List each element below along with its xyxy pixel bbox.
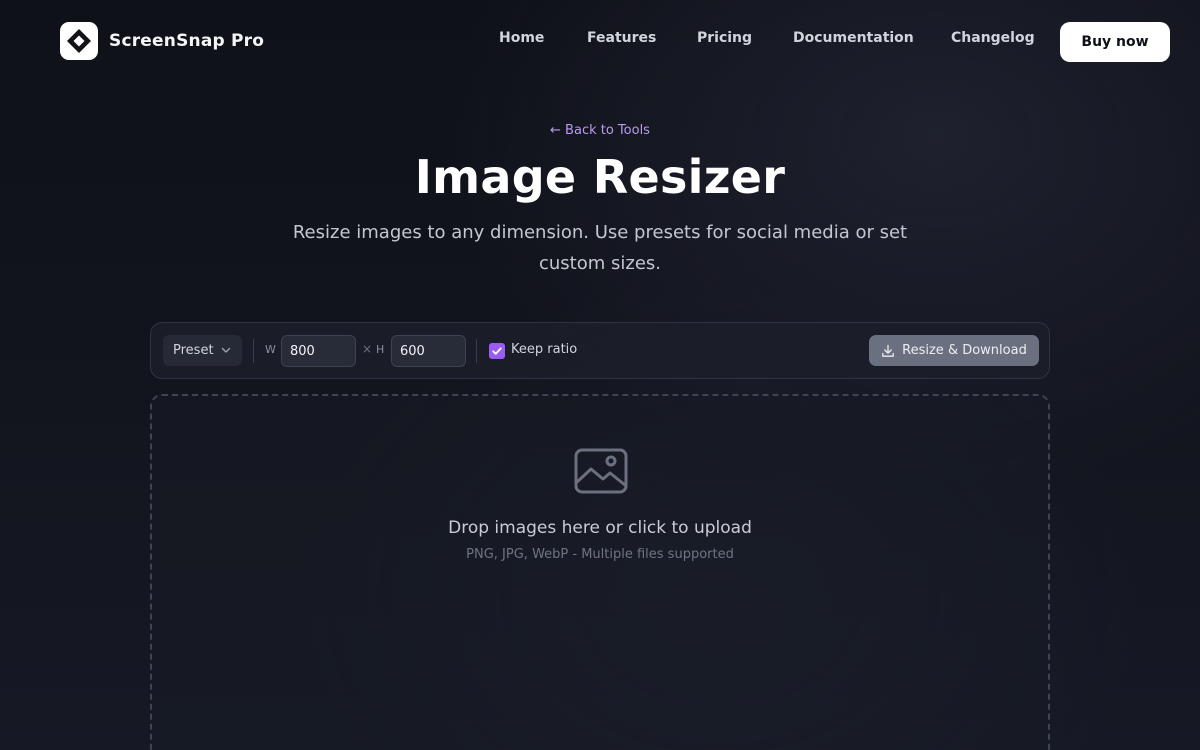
- top-navbar: ScreenSnap Pro Home Features Pricing Doc…: [0, 0, 1200, 82]
- height-input[interactable]: [391, 335, 466, 367]
- brand-name: ScreenSnap Pro: [109, 31, 265, 51]
- width-label: W: [265, 343, 276, 356]
- times-symbol: ×: [362, 342, 373, 356]
- nav-changelog[interactable]: Changelog: [951, 30, 1035, 46]
- page-subtitle: Resize images to any dimension. Use pres…: [292, 222, 908, 274]
- height-label: H: [376, 343, 385, 356]
- width-input[interactable]: [281, 335, 356, 367]
- nav-pricing[interactable]: Pricing: [697, 30, 752, 46]
- dropzone-hint: PNG, JPG, WebP - Multiple files supporte…: [466, 547, 734, 562]
- resize-download-label: Resize & Download: [902, 343, 1027, 358]
- diamond-logo-icon: [60, 22, 98, 60]
- chevron-down-icon: [221, 347, 231, 353]
- nav-features[interactable]: Features: [587, 30, 656, 46]
- back-to-tools-link[interactable]: ← Back to Tools: [0, 123, 1200, 138]
- page-title: Image Resizer: [414, 150, 786, 204]
- resize-download-button[interactable]: Resize & Download: [869, 335, 1039, 366]
- nav-home[interactable]: Home: [499, 30, 544, 46]
- toolbar-divider: [476, 339, 477, 363]
- nav-documentation[interactable]: Documentation: [793, 30, 914, 46]
- checkmark-icon: [492, 347, 502, 355]
- dropzone-title: Drop images here or click to upload: [448, 518, 752, 538]
- preset-dropdown[interactable]: Preset: [163, 335, 242, 366]
- keep-ratio-checkbox[interactable]: [489, 343, 505, 359]
- preset-label: Preset: [173, 343, 214, 358]
- image-icon: [574, 448, 628, 494]
- download-icon: [882, 344, 895, 357]
- keep-ratio-label[interactable]: Keep ratio: [511, 342, 577, 357]
- resize-toolbar: Preset W × H Keep ratio Resize & Downloa…: [150, 322, 1050, 379]
- upload-dropzone[interactable]: Drop images here or click to upload PNG,…: [150, 394, 1050, 750]
- brand[interactable]: ScreenSnap Pro: [60, 22, 264, 60]
- toolbar-divider: [253, 339, 254, 363]
- buy-now-button[interactable]: Buy now: [1060, 22, 1170, 62]
